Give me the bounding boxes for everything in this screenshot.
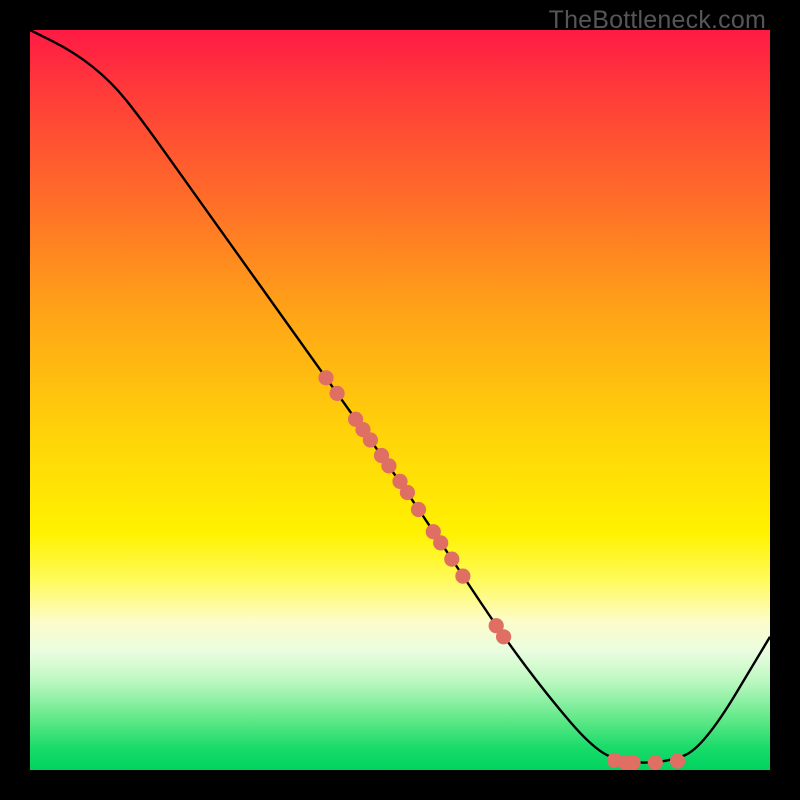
data-marker — [318, 370, 333, 385]
data-marker — [455, 569, 470, 584]
data-marker — [670, 754, 685, 769]
bottleneck-curve — [30, 30, 770, 763]
data-marker — [330, 386, 345, 401]
data-markers — [318, 370, 685, 770]
data-marker — [433, 535, 448, 550]
data-marker — [444, 552, 459, 567]
chart-plot-area — [30, 30, 770, 770]
data-marker — [411, 502, 426, 517]
data-marker — [648, 755, 663, 770]
chart-svg — [30, 30, 770, 770]
data-marker — [626, 755, 641, 770]
data-marker — [363, 432, 378, 447]
data-marker — [400, 485, 415, 500]
watermark-text: TheBottleneck.com — [549, 6, 766, 35]
data-marker — [496, 629, 511, 644]
data-marker — [381, 458, 396, 473]
